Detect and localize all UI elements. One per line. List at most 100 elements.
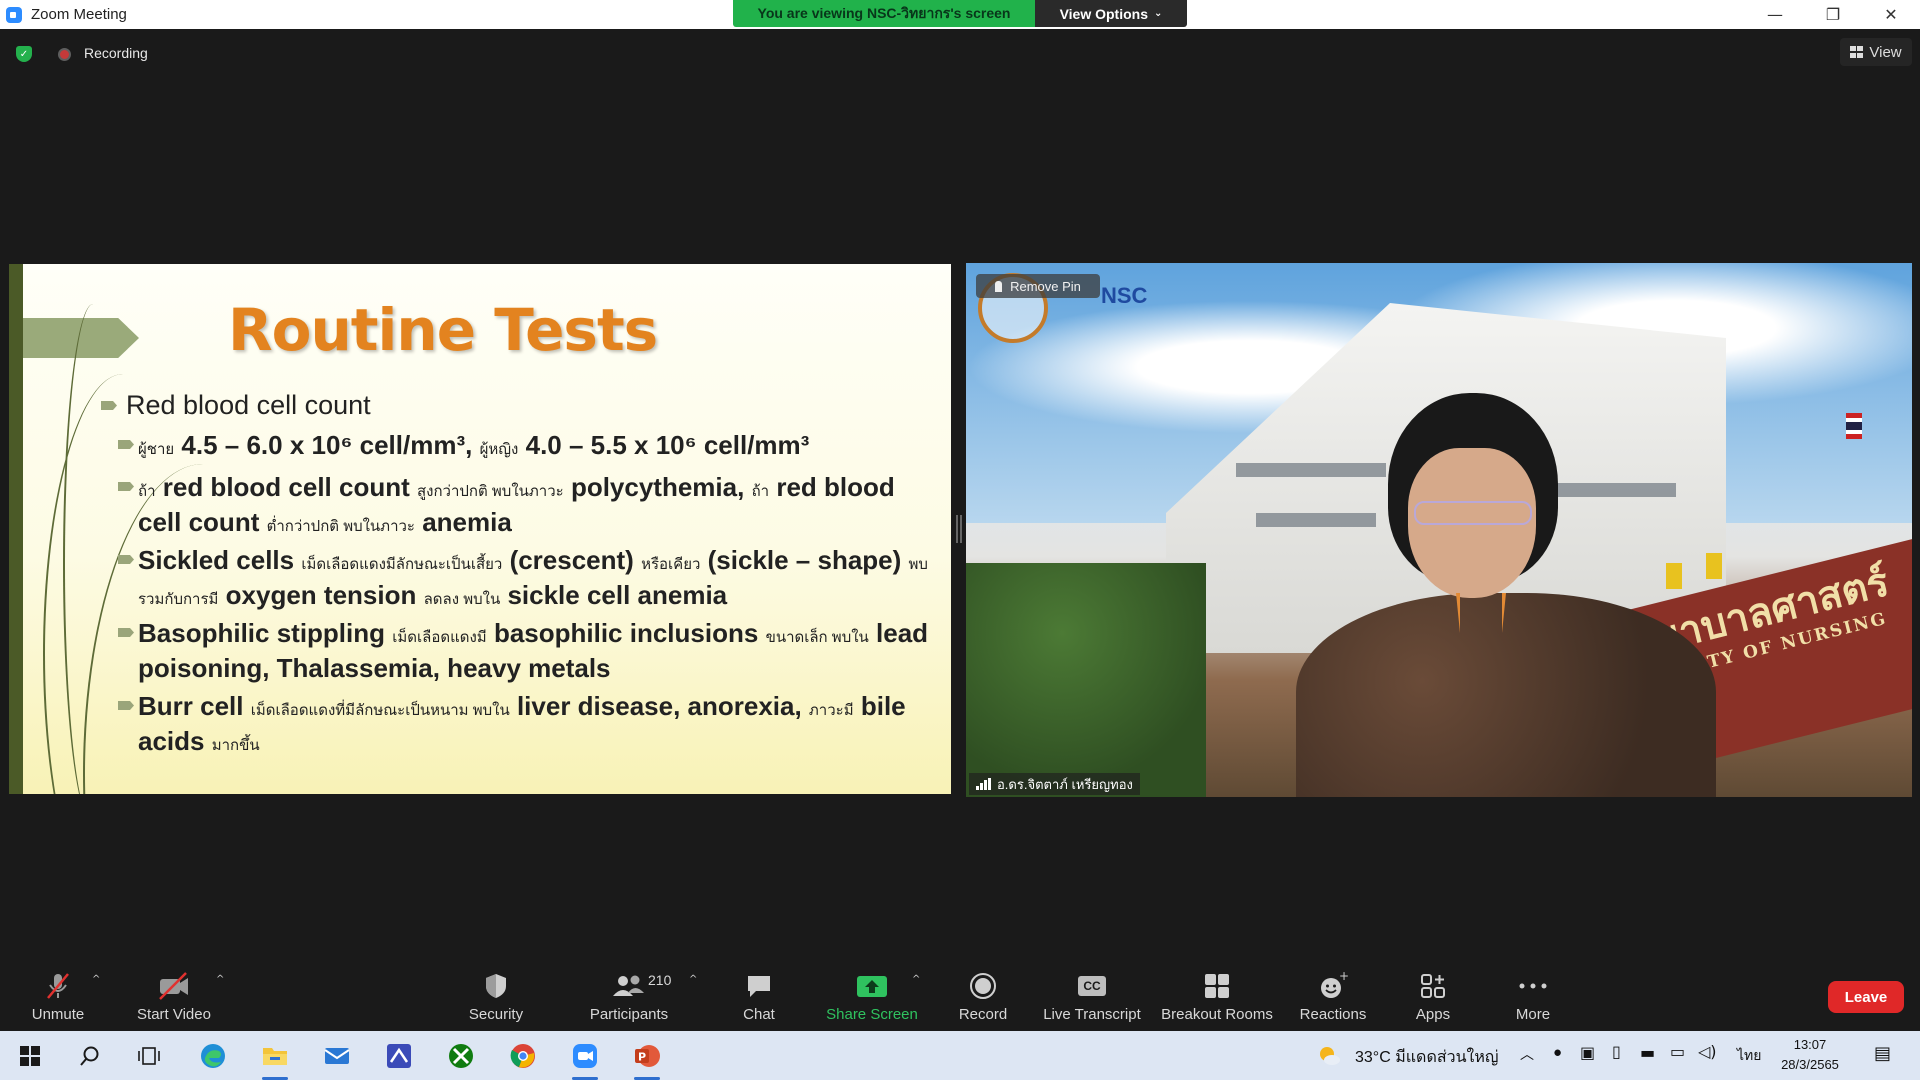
minimize-button[interactable]: — bbox=[1746, 0, 1804, 29]
person-glasses bbox=[1414, 501, 1532, 525]
chevron-down-icon: ⌄ bbox=[1154, 8, 1163, 19]
start-video-button[interactable]: Start Video bbox=[132, 960, 216, 1029]
recording-icon bbox=[58, 48, 71, 61]
video-background-trees bbox=[966, 563, 1206, 797]
microphone-muted-icon bbox=[43, 970, 73, 1002]
weather-text[interactable]: 33°C มีแดดส่วนใหญ่ bbox=[1355, 1045, 1499, 1070]
remove-pin-label: Remove Pin bbox=[1010, 278, 1081, 294]
input-language[interactable]: ไทย bbox=[1737, 1045, 1761, 1067]
encryption-shield-icon[interactable]: ✓ bbox=[16, 46, 32, 62]
slide-text: basophilic inclusions bbox=[493, 618, 759, 648]
restore-button[interactable]: ❐ bbox=[1804, 0, 1862, 29]
display-tray-icon[interactable]: ▣ bbox=[1580, 1043, 1595, 1062]
participant-video-tile[interactable]: ะพยาบาลศาสตร์ ACULTY OF NURSING NSC Remo… bbox=[966, 263, 1912, 797]
notifications-icon[interactable]: ▤ bbox=[1874, 1043, 1891, 1064]
split-resize-handle[interactable] bbox=[956, 515, 962, 543]
live-transcript-button[interactable]: CC Live Transcript bbox=[1038, 960, 1146, 1029]
slide-text: Burr cell bbox=[138, 691, 244, 721]
unmute-label: Unmute bbox=[31, 1006, 85, 1023]
edge-browser-icon[interactable] bbox=[196, 1039, 230, 1073]
slide-title: Routine Tests bbox=[228, 296, 658, 364]
record-label: Record bbox=[958, 1006, 1008, 1023]
whiteboard-app-icon[interactable] bbox=[382, 1039, 416, 1073]
xbox-icon[interactable] bbox=[444, 1039, 478, 1073]
apps-label: Apps bbox=[1415, 1006, 1451, 1023]
breakout-rooms-button[interactable]: Breakout Rooms bbox=[1158, 960, 1276, 1029]
chat-button[interactable]: Chat bbox=[736, 960, 782, 1029]
slide-text: anemia bbox=[422, 507, 512, 537]
unmute-button[interactable]: Unmute bbox=[22, 960, 94, 1029]
zoom-taskbar-icon[interactable] bbox=[568, 1039, 602, 1080]
svg-text:+: + bbox=[1339, 971, 1348, 983]
flag bbox=[1846, 413, 1862, 439]
battery-icon[interactable]: ▬ bbox=[1640, 1043, 1655, 1062]
slide-text: Sickled cells bbox=[138, 545, 295, 575]
apps-icon bbox=[1419, 970, 1447, 1002]
grid-icon bbox=[1850, 46, 1864, 58]
remove-pin-button[interactable]: Remove Pin bbox=[976, 274, 1100, 298]
bullet-arrow-icon bbox=[101, 401, 117, 410]
slide-text: ผู้หญิง bbox=[479, 441, 519, 458]
participant-person bbox=[1296, 393, 1716, 797]
slide-text: red blood cell count bbox=[162, 472, 410, 502]
reactions-button[interactable]: + Reactions bbox=[1297, 960, 1369, 1029]
share-screen-button[interactable]: Share Screen bbox=[823, 960, 921, 1029]
task-view-icon[interactable] bbox=[132, 1039, 166, 1073]
clock-time: 13:07 bbox=[1793, 1037, 1827, 1052]
powerpoint-icon[interactable]: P bbox=[630, 1039, 664, 1080]
slide-sub-bullet-2: ถ้า red blood cell count สูงกว่าปกติ พบใ… bbox=[118, 472, 938, 542]
slide-text: เม็ดเลือดแดงมี bbox=[392, 629, 487, 646]
slide-text: oxygen tension bbox=[225, 580, 417, 610]
meeting-toolbar: Unmute ^ Start Video ^ Security 210 Part… bbox=[0, 960, 1920, 1029]
slide-text: Basophilic stippling bbox=[138, 618, 386, 648]
record-button[interactable]: Record bbox=[955, 960, 1011, 1029]
slide-text: หรือเคียว bbox=[641, 556, 701, 573]
slide-text: liver disease, anorexia, bbox=[516, 691, 802, 721]
weather-icon[interactable] bbox=[1312, 1039, 1346, 1073]
slide-text: สูงกว่าปกติ พบในภาวะ bbox=[417, 483, 564, 500]
participants-button[interactable]: 210 Participants bbox=[584, 960, 674, 1029]
audio-options-caret-icon[interactable]: ^ bbox=[92, 974, 100, 985]
security-label: Security bbox=[468, 1006, 524, 1023]
slide-text: ภาวะมี bbox=[808, 702, 854, 719]
slide-text: ขนาดเล็ก พบใน bbox=[765, 629, 869, 646]
video-options-caret-icon[interactable]: ^ bbox=[216, 974, 224, 985]
person-body bbox=[1296, 593, 1716, 797]
usb-tray-icon[interactable]: ▯ bbox=[1612, 1042, 1621, 1061]
search-icon[interactable] bbox=[73, 1039, 107, 1073]
participants-caret-icon[interactable]: ^ bbox=[689, 974, 697, 985]
security-button[interactable]: Security bbox=[462, 960, 530, 1029]
slide-text: (sickle – shape) bbox=[707, 545, 902, 575]
mail-icon[interactable] bbox=[320, 1039, 354, 1073]
windows-start-icon[interactable] bbox=[13, 1039, 47, 1073]
slide-text: เม็ดเลือดแดงที่มีลักษณะเป็นหนาม พบใน bbox=[250, 702, 510, 719]
start-video-label: Start Video bbox=[137, 1006, 211, 1023]
participants-label: Participants bbox=[589, 1006, 669, 1023]
volume-icon[interactable]: ◁) bbox=[1698, 1042, 1717, 1061]
more-button[interactable]: More bbox=[1510, 960, 1556, 1029]
microphone-tray-icon[interactable]: ● bbox=[1553, 1044, 1562, 1061]
slide-sub-bullet-4: Basophilic stippling เม็ดเลือดแดงมี baso… bbox=[118, 618, 938, 684]
slide-sub-bullet-5: Burr cell เม็ดเลือดแดงที่มีลักษณะเป็นหนา… bbox=[118, 691, 938, 761]
close-button[interactable]: ✕ bbox=[1862, 0, 1920, 29]
share-options-caret-icon[interactable]: ^ bbox=[912, 974, 920, 985]
record-icon bbox=[968, 970, 998, 1002]
file-explorer-icon[interactable] bbox=[258, 1039, 292, 1080]
apps-button[interactable]: Apps bbox=[1411, 960, 1455, 1029]
view-layout-button[interactable]: View bbox=[1840, 38, 1912, 66]
network-icon[interactable]: ▭ bbox=[1670, 1042, 1685, 1061]
taskbar-clock[interactable]: 13:07 28/3/2565 bbox=[1775, 1035, 1845, 1075]
slide-text: มากขึ้น bbox=[211, 737, 260, 754]
view-options-button[interactable]: View Options ⌄ bbox=[1035, 0, 1187, 27]
slide-text: (crescent) bbox=[509, 545, 634, 575]
window-controls: — ❐ ✕ bbox=[1746, 0, 1920, 29]
closed-captions-icon: CC bbox=[1078, 970, 1106, 1002]
slide-bullet-main: Red blood cell count bbox=[101, 390, 371, 421]
slide-text: เม็ดเลือดแดงมีลักษณะเป็นเสี้ยว bbox=[301, 556, 503, 573]
flag bbox=[1706, 553, 1722, 579]
chrome-icon[interactable] bbox=[506, 1039, 540, 1073]
participant-name-label: อ.ดร.จิตตาภ์ เหรียญทอง bbox=[969, 773, 1140, 795]
tray-overflow-chevron-icon[interactable]: ︿ bbox=[1520, 1044, 1534, 1064]
leave-button[interactable]: Leave bbox=[1828, 981, 1904, 1013]
video-off-icon bbox=[157, 970, 191, 1002]
